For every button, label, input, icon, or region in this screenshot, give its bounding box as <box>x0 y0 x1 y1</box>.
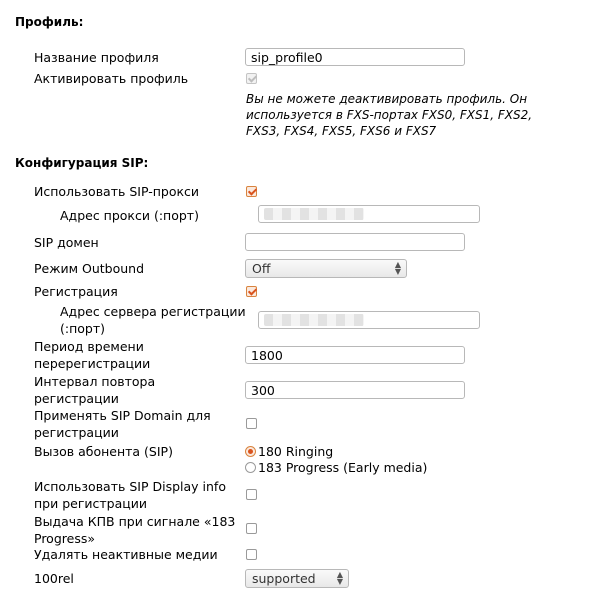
kpv-checkbox[interactable] <box>246 523 257 534</box>
rel100-value: supported <box>252 571 316 586</box>
profile-section-title: Профиль: <box>15 15 84 29</box>
progress-183-label[interactable]: 183 Progress (Early media) <box>258 460 427 475</box>
remove-inactive-media-checkbox[interactable] <box>246 549 257 560</box>
display-info-label: Использовать SIP Display info при регист… <box>34 479 226 511</box>
rel100-label: 100rel <box>34 571 74 586</box>
retry-interval-input[interactable] <box>245 381 465 399</box>
use-proxy-label: Использовать SIP-прокси <box>34 184 200 199</box>
profile-name-label: Название профиля <box>34 50 159 65</box>
ringing-180-radio[interactable] <box>245 446 256 457</box>
progress-183-radio[interactable] <box>245 462 256 473</box>
rereg-period-input[interactable] <box>245 346 465 364</box>
reg-server-label: Адрес сервера регистрации (:порт) <box>60 304 246 336</box>
outbound-mode-value: Off <box>252 261 271 276</box>
outbound-mode-select[interactable]: Off ▲ ▼ <box>245 259 407 278</box>
sip-domain-input[interactable] <box>245 233 465 251</box>
apply-domain-label: Применять SIP Domain для регистрации <box>34 408 211 440</box>
select-arrows-icon: ▲ ▼ <box>394 260 401 276</box>
select-arrows-icon: ▲ ▼ <box>336 570 343 586</box>
retry-interval-label: Интервал повтора регистрации <box>34 374 156 406</box>
remove-inactive-media-label: Удалять неактивные медии <box>34 547 218 562</box>
profile-name-input[interactable] <box>245 48 465 66</box>
subscriber-call-label: Вызов абонента (SIP) <box>34 444 173 459</box>
use-proxy-checkbox[interactable] <box>246 186 257 197</box>
registration-label: Регистрация <box>34 284 118 299</box>
registration-checkbox[interactable] <box>246 286 257 297</box>
proxy-address-label: Адрес прокси (:порт) <box>60 208 199 223</box>
kpv-label: Выдача КПВ при сигнале «183 Progress» <box>34 514 236 546</box>
display-info-checkbox[interactable] <box>246 489 257 500</box>
redacted-value <box>264 208 364 220</box>
activate-profile-checkbox[interactable] <box>246 73 257 84</box>
rel100-select[interactable]: supported ▲ ▼ <box>245 569 349 588</box>
ringing-180-label[interactable]: 180 Ringing <box>258 444 333 459</box>
rereg-period-label: Период времени перерегистрации <box>34 339 151 371</box>
redacted-value <box>264 314 364 326</box>
activate-profile-label: Активировать профиль <box>34 71 189 86</box>
outbound-mode-label: Режим Outbound <box>34 261 145 276</box>
activate-profile-note: Вы не можете деактивировать профиль. Он … <box>246 92 533 138</box>
apply-domain-checkbox[interactable] <box>246 418 257 429</box>
sip-domain-label: SIP домен <box>34 235 99 250</box>
sip-section-title: Конфигурация SIP: <box>15 156 149 170</box>
